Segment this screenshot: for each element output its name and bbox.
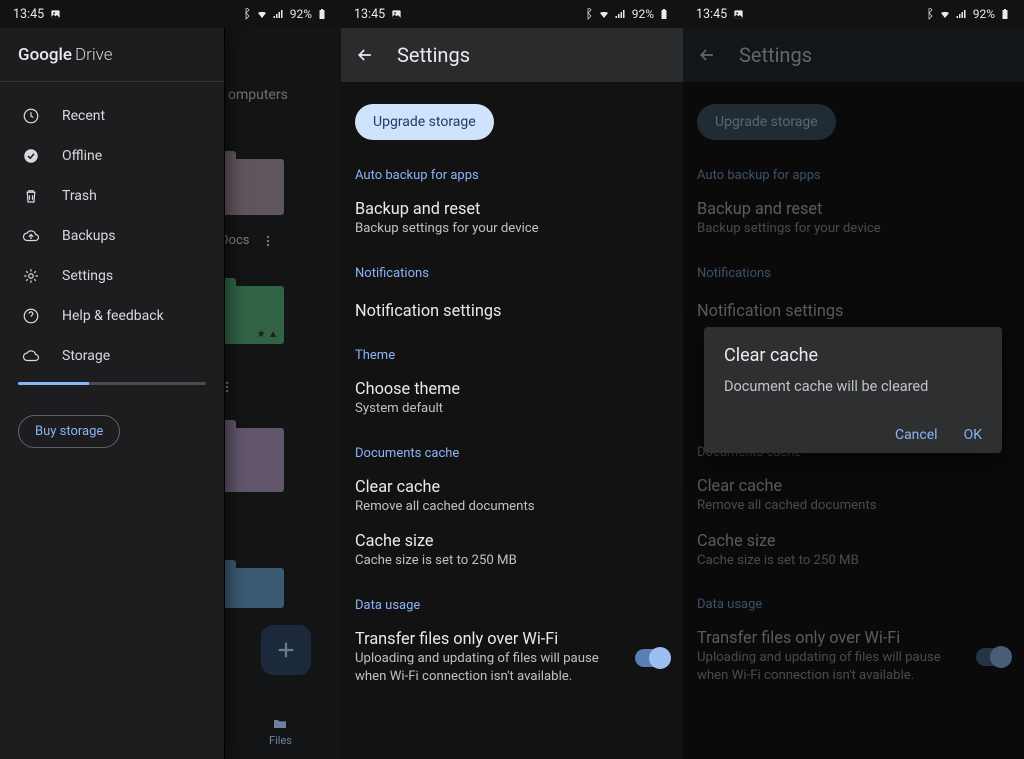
pane-drive-drawer: 13:45 92% omputers Docs xyxy=(0,0,341,759)
dialog-cancel-button[interactable]: Cancel xyxy=(895,427,938,443)
row-clear-cache[interactable]: Clear cache Remove all cached documents xyxy=(355,477,669,516)
navigation-drawer: Google Drive Recent Offline Trash Backup… xyxy=(0,28,225,759)
battery-percent: 92% xyxy=(973,7,995,21)
signal-icon xyxy=(614,8,626,20)
bluetooth-icon xyxy=(240,8,252,20)
battery-icon xyxy=(658,8,670,20)
picture-icon xyxy=(733,9,744,20)
storage-progressbar xyxy=(18,382,206,385)
picture-icon xyxy=(50,9,61,20)
section-notifications: Notifications xyxy=(355,266,669,281)
drawer-backups[interactable]: Backups xyxy=(0,216,224,256)
notif-title: Notification settings xyxy=(355,301,669,320)
trash-icon xyxy=(22,187,40,205)
clear-cache-sub: Remove all cached documents xyxy=(355,498,669,516)
clear-cache-title: Clear cache xyxy=(355,477,669,496)
storage-progress-fill xyxy=(18,382,89,385)
app-name-drive: Drive xyxy=(75,45,113,65)
row-backup-reset[interactable]: Backup and reset Backup settings for you… xyxy=(355,199,669,238)
buy-storage-button[interactable]: Buy storage xyxy=(18,415,120,448)
drawer-offline[interactable]: Offline xyxy=(0,136,224,176)
section-data-usage: Data usage xyxy=(355,598,669,613)
choose-theme-sub: System default xyxy=(355,400,669,418)
section-documents-cache: Documents cache xyxy=(355,446,669,461)
row-choose-theme[interactable]: Choose theme System default xyxy=(355,379,669,418)
bluetooth-icon xyxy=(582,8,594,20)
dialog-title: Clear cache xyxy=(724,345,982,366)
wifi-icon xyxy=(598,8,610,20)
drawer-settings-label: Settings xyxy=(62,268,113,284)
section-theme: Theme xyxy=(355,348,669,363)
cache-size-sub: Cache size is set to 250 MB xyxy=(355,552,669,570)
status-time: 13:45 xyxy=(354,7,385,22)
bluetooth-icon xyxy=(923,8,935,20)
drawer-trash-label: Trash xyxy=(62,188,97,204)
back-arrow-icon[interactable] xyxy=(355,45,375,65)
battery-icon xyxy=(316,8,328,20)
picture-icon xyxy=(391,9,402,20)
drawer-storage-label: Storage xyxy=(62,348,110,364)
backup-sub: Backup settings for your device xyxy=(355,220,669,238)
battery-percent: 92% xyxy=(632,7,654,21)
pane-settings-dialog: 13:45 92% Settings Upgrade storage Auto … xyxy=(683,0,1024,759)
dialog-message: Document cache will be cleared xyxy=(724,378,982,395)
cloud-up-icon xyxy=(22,227,40,245)
status-bar: 13:45 92% xyxy=(683,0,1024,28)
wifi-icon xyxy=(939,8,951,20)
drawer-storage[interactable]: Storage xyxy=(0,336,224,376)
choose-theme-title: Choose theme xyxy=(355,379,669,398)
app-name-google: Google xyxy=(18,45,72,65)
row-wifi-only[interactable]: Transfer files only over Wi-Fi Uploading… xyxy=(355,629,669,686)
drawer-backups-label: Backups xyxy=(62,228,116,244)
wifi-sub: Uploading and updating of files will pau… xyxy=(355,650,625,686)
backup-title: Backup and reset xyxy=(355,199,669,218)
wifi-only-toggle[interactable] xyxy=(635,649,669,667)
help-icon xyxy=(22,307,40,325)
drawer-recent[interactable]: Recent xyxy=(0,96,224,136)
appbar-title: Settings xyxy=(397,43,470,67)
clock-icon xyxy=(22,107,40,125)
status-bar: 13:45 92% xyxy=(0,0,341,28)
wifi-icon xyxy=(256,8,268,20)
offline-icon xyxy=(22,147,40,165)
drawer-title: Google Drive xyxy=(0,28,224,82)
status-bar: 13:45 92% xyxy=(341,0,683,28)
signal-icon xyxy=(272,8,284,20)
drawer-help[interactable]: Help & feedback xyxy=(0,296,224,336)
cache-size-title: Cache size xyxy=(355,531,669,550)
appbar: Settings xyxy=(341,28,683,82)
drawer-settings[interactable]: Settings xyxy=(0,256,224,296)
drawer-offline-label: Offline xyxy=(62,148,102,164)
status-time: 13:45 xyxy=(13,7,44,22)
dialog-ok-button[interactable]: OK xyxy=(964,427,982,443)
drawer-trash[interactable]: Trash xyxy=(0,176,224,216)
drawer-help-label: Help & feedback xyxy=(62,308,164,324)
gear-icon xyxy=(22,267,40,285)
cloud-icon xyxy=(22,347,40,365)
pane-settings: 13:45 92% Settings Upgrade storage Auto … xyxy=(341,0,683,759)
wifi-title: Transfer files only over Wi-Fi xyxy=(355,629,625,648)
upgrade-storage-button[interactable]: Upgrade storage xyxy=(355,104,494,140)
row-cache-size[interactable]: Cache size Cache size is set to 250 MB xyxy=(355,531,669,570)
signal-icon xyxy=(955,8,967,20)
drawer-recent-label: Recent xyxy=(62,108,105,124)
battery-icon xyxy=(999,8,1011,20)
battery-percent: 92% xyxy=(290,7,312,21)
row-notification-settings[interactable]: Notification settings xyxy=(355,301,669,320)
status-time: 13:45 xyxy=(696,7,727,22)
clear-cache-dialog: Clear cache Document cache will be clear… xyxy=(704,327,1002,453)
section-auto-backup: Auto backup for apps xyxy=(355,168,669,183)
